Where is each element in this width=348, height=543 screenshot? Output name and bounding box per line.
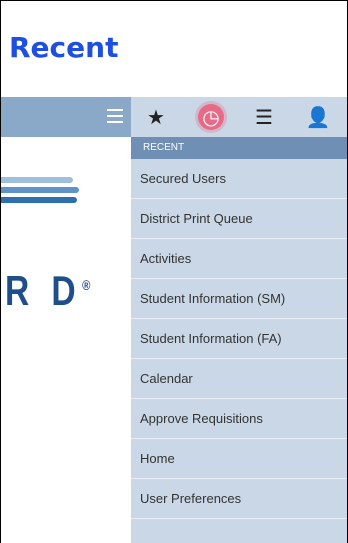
clock-icon[interactable]: ◷ [198,104,224,130]
recent-list: Secured Users District Print Queue Activ… [131,159,347,519]
recent-item-secured-users[interactable]: Secured Users [131,159,347,199]
recent-section-header: RECENT [131,137,347,159]
user-icon[interactable]: 👤 [305,104,331,130]
registered-mark: ® [82,277,91,293]
logo-graphic [1,177,81,207]
recent-item-activities[interactable]: Activities [131,239,347,279]
logo-letters: R D [5,267,83,314]
page-title: Recent [9,31,119,64]
app-area: R D® ★ ◷ ☰ 👤 RECENT Secured Users Distri… [1,97,347,543]
recent-item-student-information-fa[interactable]: Student Information (FA) [131,319,347,359]
recent-item-home[interactable]: Home [131,439,347,479]
left-top-bar [1,97,131,137]
list-icon[interactable]: ☰ [251,104,277,130]
recent-item-approve-requisitions[interactable]: Approve Requisitions [131,399,347,439]
logo-wordmark: R D® [5,267,90,315]
star-icon[interactable]: ★ [143,104,169,130]
recent-panel: ★ ◷ ☰ 👤 RECENT Secured Users District Pr… [131,97,347,543]
screenshot-frame: Recent R D® ★ ◷ ☰ 👤 RECENT Secured Users… [0,0,348,543]
recent-item-calendar[interactable]: Calendar [131,359,347,399]
recent-item-district-print-queue[interactable]: District Print Queue [131,199,347,239]
hamburger-menu-icon[interactable] [107,109,123,123]
recent-item-user-preferences[interactable]: User Preferences [131,479,347,519]
recent-item-student-information-sm[interactable]: Student Information (SM) [131,279,347,319]
tab-bar: ★ ◷ ☰ 👤 [131,97,347,138]
